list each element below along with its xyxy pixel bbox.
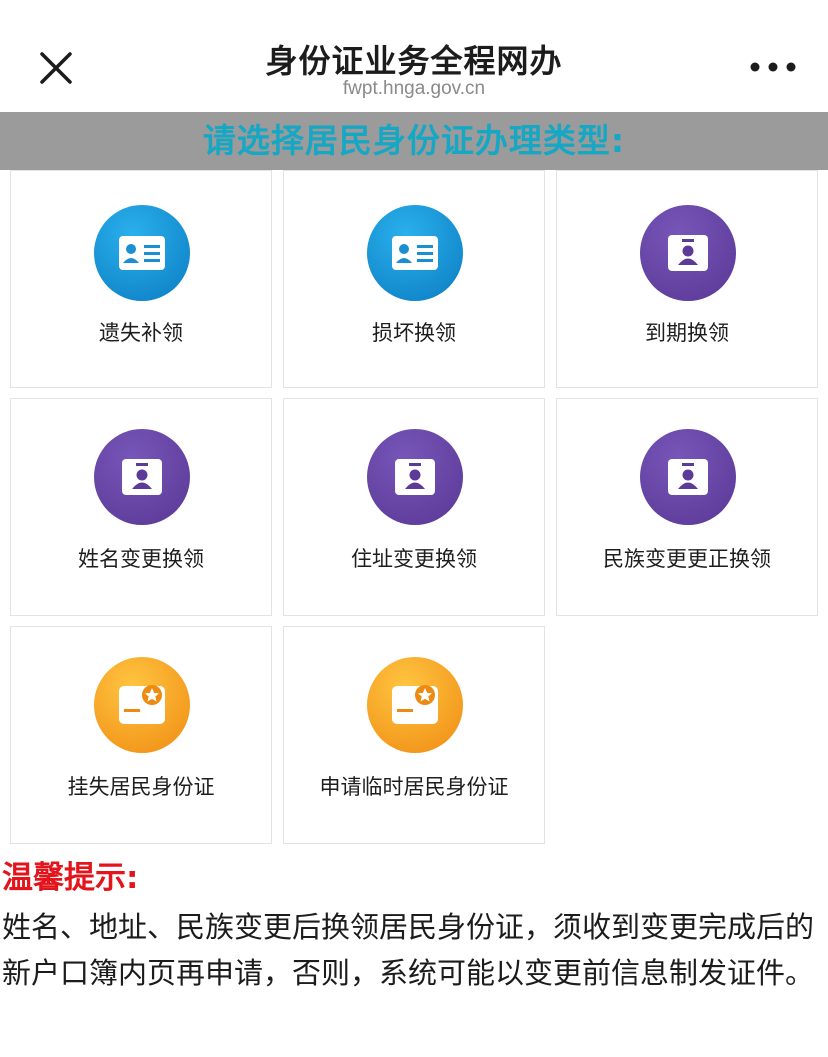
service-label: 民族变更更正换领 xyxy=(603,547,771,571)
service-label: 到期换领 xyxy=(645,321,729,345)
star-card-icon xyxy=(94,657,190,753)
service-card-damaged-replace[interactable]: 损坏换领 xyxy=(283,170,545,388)
tip-body: 姓名、地址、民族变更后换领居民身份证，须收到变更完成后的新户口簿内页再申请，否则… xyxy=(2,910,815,990)
navigation-bar: 身份证业务全程网办 fwpt.hnga.gov.cn xyxy=(0,0,828,112)
star-card-icon xyxy=(367,657,463,753)
id-card-icon xyxy=(94,205,190,301)
id-badge-icon xyxy=(367,429,463,525)
service-card-expiry-replace[interactable]: 到期换领 xyxy=(556,170,818,388)
service-label: 遗失补领 xyxy=(99,321,183,345)
page-title: 身份证业务全程网办 xyxy=(265,42,563,80)
service-card-ethnicity-change[interactable]: 民族变更更正换领 xyxy=(556,398,818,616)
id-badge-icon xyxy=(94,429,190,525)
service-card-temporary-id[interactable]: 申请临时居民身份证 xyxy=(283,626,545,844)
service-card-name-change[interactable]: 姓名变更换领 xyxy=(10,398,272,616)
id-card-icon xyxy=(367,205,463,301)
section-banner: 请选择居民身份证办理类型: xyxy=(0,112,828,170)
page-url: fwpt.hnga.gov.cn xyxy=(342,78,486,99)
service-card-lost-reissue[interactable]: 遗失补领 xyxy=(10,170,272,388)
service-label: 姓名变更换领 xyxy=(78,547,204,571)
service-label: 损坏换领 xyxy=(372,321,456,345)
service-card-address-change[interactable]: 住址变更换领 xyxy=(283,398,545,616)
banner-text: 请选择居民身份证办理类型: xyxy=(202,121,626,160)
service-label: 挂失居民身份证 xyxy=(67,775,215,799)
tip-title: 温馨提示: xyxy=(2,860,139,896)
service-label: 住址变更换领 xyxy=(351,547,477,571)
service-label: 申请临时居民身份证 xyxy=(319,775,509,799)
id-badge-icon xyxy=(640,429,736,525)
id-badge-icon xyxy=(640,205,736,301)
more-options-icon[interactable] xyxy=(748,52,798,82)
service-card-report-loss[interactable]: 挂失居民身份证 xyxy=(10,626,272,844)
